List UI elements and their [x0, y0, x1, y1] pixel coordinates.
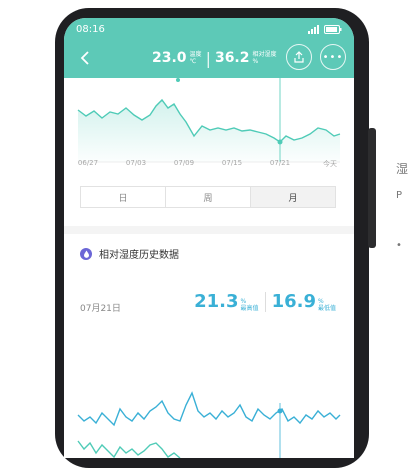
- drop-glyph-icon: [83, 250, 89, 258]
- back-arrow-icon[interactable]: [74, 46, 98, 70]
- x-tick-label: 07/15: [221, 159, 243, 167]
- x-tick-label: 07/03: [125, 159, 147, 167]
- humidity-label: 相对湿度: [252, 51, 277, 58]
- chart-top-marker: [176, 78, 180, 82]
- min-unit: %: [317, 298, 324, 305]
- temperature-value: 23.0: [152, 50, 187, 66]
- humidity-drop-icon: [80, 247, 92, 260]
- humidity-unit-symbol: %: [252, 58, 259, 65]
- chart-area-fill: [78, 100, 340, 162]
- humidity-history-chart[interactable]: [64, 383, 354, 458]
- chart-cursor-point: [277, 408, 283, 414]
- history-title: 相对湿度历史数据: [99, 250, 179, 261]
- nav-bar: 23.0 温度 ℃ | 36.2 相对湿度 % •••: [64, 40, 354, 76]
- title-separator: |: [205, 48, 211, 68]
- peek-text-3: •: [396, 240, 402, 251]
- section-divider: [64, 226, 354, 234]
- device-side-button: [368, 128, 376, 248]
- humidity-value: 36.2: [214, 50, 250, 66]
- humidity-max-line: [77, 391, 341, 427]
- history-values: 21.3 % 最高值 16.9 % 最低值: [194, 292, 336, 312]
- status-time: 08:16: [76, 24, 105, 35]
- max-value: 21.3: [194, 291, 239, 312]
- more-button[interactable]: •••: [320, 44, 346, 70]
- more-icon: •••: [322, 51, 344, 63]
- tab-week[interactable]: 周: [166, 187, 251, 207]
- period-tabs: 日 周 月: [80, 186, 336, 208]
- share-button[interactable]: [286, 44, 312, 70]
- humidity-unit: 相对湿度 %: [253, 51, 277, 65]
- min-value: 16.9: [271, 291, 316, 312]
- tab-month[interactable]: 月: [251, 187, 335, 207]
- status-bar: 08:16: [64, 18, 354, 40]
- x-tick-label: 今天: [323, 160, 337, 168]
- temperature-unit: 温度 ℃: [190, 51, 202, 65]
- min-unit-box: % 最低值: [318, 298, 336, 312]
- history-card-header: 相对湿度历史数据: [80, 246, 179, 261]
- min-label: 最低值: [317, 305, 336, 312]
- signal-icon: [308, 25, 319, 34]
- max-label: 最高值: [240, 305, 259, 312]
- history-date: 07月21日: [80, 304, 121, 314]
- max-unit-box: % 最高值: [241, 298, 259, 312]
- chart-x-axis: 06/27 07/03 07/09 07/15 07/21 今天: [64, 159, 354, 173]
- chart-cursor-point: [277, 139, 283, 145]
- temperature-label: 温度: [189, 51, 202, 58]
- status-icons: [308, 25, 342, 34]
- value-separator: [264, 292, 266, 312]
- temperature-unit-symbol: ℃: [189, 58, 197, 65]
- peek-text-1: 湿: [396, 162, 409, 176]
- x-tick-label: 06/27: [77, 159, 99, 167]
- x-tick-label: 07/21: [269, 159, 291, 167]
- peek-text-2: P: [396, 190, 403, 201]
- share-icon: [294, 51, 304, 63]
- x-tick-label: 07/09: [173, 159, 195, 167]
- temperature-trend-chart[interactable]: [64, 78, 354, 168]
- max-unit: %: [240, 298, 247, 305]
- tab-day[interactable]: 日: [81, 187, 166, 207]
- battery-icon: [324, 25, 342, 34]
- app-screen: 08:16 23.0 温度 ℃ | 36.2 相对湿度 % ••• 06/27 …: [64, 18, 354, 458]
- nav-title: 23.0 温度 ℃ | 36.2 相对湿度 %: [152, 46, 277, 70]
